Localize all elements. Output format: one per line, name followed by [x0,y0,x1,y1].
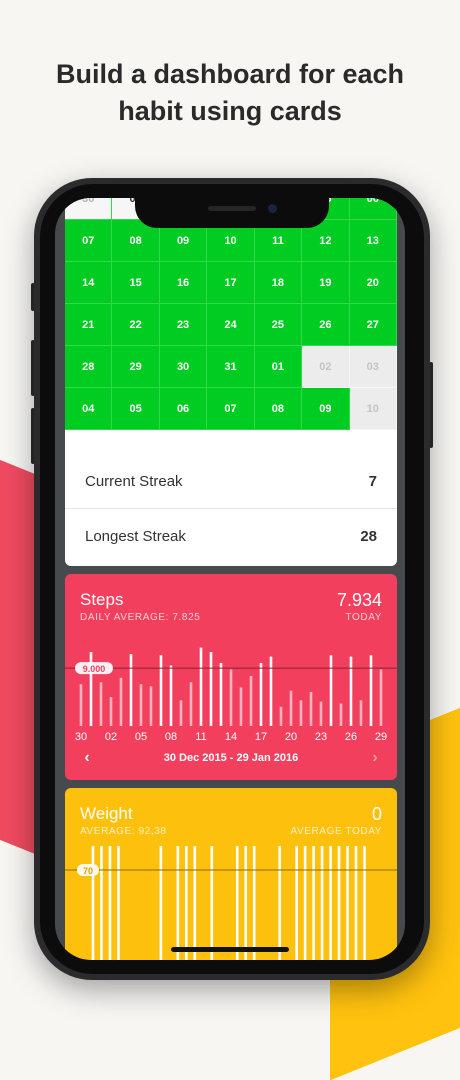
steps-x-tick-label: 30 [75,731,87,743]
longest-streak-row[interactable]: Longest Streak 28 [65,509,397,563]
calendar-day[interactable]: 29 [112,346,160,388]
calendar-day[interactable]: 24 [207,304,255,346]
calendar-grid: 3001050607080910111213141516171819202122… [65,198,397,430]
calendar-day[interactable]: 08 [254,388,303,430]
calendar-day[interactable]: 06 [159,388,208,430]
steps-date-range: 30 Dec 2015 - 29 Jan 2016 [163,752,299,764]
speaker-grille [208,206,256,211]
calendar-day[interactable]: 05 [112,388,160,430]
steps-x-tick-label: 02 [105,731,117,743]
phone-notch [135,198,329,228]
calendar-day[interactable]: 31 [207,346,255,388]
calendar-day[interactable]: 10 [349,388,397,430]
headline: Build a dashboard for each habit using c… [0,56,460,130]
calendar-day[interactable]: 23 [159,304,208,346]
calendar-day[interactable]: 14 [65,262,113,304]
calendar-day[interactable]: 17 [207,262,255,304]
steps-x-tick-label: 29 [375,731,387,743]
steps-x-tick-label: 08 [165,731,177,743]
calendar-day[interactable]: 09 [302,388,350,430]
steps-x-tick-label: 14 [225,731,237,743]
calendar-day[interactable]: 20 [349,262,397,304]
calendar-day[interactable]: 04 [65,388,113,430]
current-streak-value: 7 [368,472,377,490]
steps-x-tick-label: 20 [285,731,297,743]
calendar-day[interactable]: 21 [65,304,113,346]
steps-x-tick-label: 26 [345,731,357,743]
weight-goal-label: 70 [83,866,93,876]
habit-calendar-card: 3001050607080910111213141516171819202122… [65,198,397,566]
steps-date-navigator: ‹ 30 Dec 2015 - 29 Jan 2016 › [65,746,397,770]
steps-x-tick-label: 11 [195,731,206,743]
longest-streak-value: 28 [360,527,377,545]
calendar-day[interactable]: 02 [302,346,350,388]
headline-line-1: Build a dashboard for each [55,59,405,89]
calendar-day[interactable]: 18 [254,262,303,304]
steps-goal-label: 9.000 [83,664,106,674]
calendar-day[interactable]: 07 [207,388,255,430]
calendar-day[interactable]: 15 [112,262,160,304]
calendar-day[interactable]: 16 [159,262,208,304]
current-streak-label: Current Streak [85,472,183,490]
calendar-day[interactable]: 30 [159,346,208,388]
front-camera [268,204,277,213]
longest-streak-label: Longest Streak [85,527,186,545]
weight-card[interactable]: Weight AVERAGE: 92,38 0 AVERAGE TODAY 70… [65,788,397,960]
steps-x-tick-label: 17 [255,731,267,743]
phone-screen: 3001050607080910111213141516171819202122… [55,198,405,960]
calendar-day[interactable]: 01 [254,346,303,388]
steps-bar-chart: 9.000 30 02 05 08 11 14 17 20 23 26 29 [65,647,397,743]
calendar-day[interactable]: 19 [302,262,350,304]
steps-x-tick-label: 05 [135,731,147,743]
current-streak-row[interactable]: Current Streak 7 [65,454,397,508]
steps-card[interactable]: Steps DAILY AVERAGE: 7.825 7.934 TODAY 9… [65,574,397,780]
headline-line-2: habit using cards [118,96,342,126]
calendar-day[interactable]: 06 [349,198,397,220]
weight-bar-chart: 702124273005081114172023 [65,846,397,960]
calendar-day[interactable]: 13 [349,220,397,262]
steps-x-tick-label: 23 [315,731,327,743]
home-indicator[interactable] [171,947,289,952]
calendar-day[interactable]: 28 [65,346,113,388]
calendar-day[interactable]: 22 [112,304,160,346]
calendar-day[interactable]: 25 [254,304,303,346]
calendar-day[interactable]: 03 [349,346,397,388]
chevron-left-icon[interactable]: ‹ [77,749,97,767]
calendar-day[interactable]: 26 [302,304,350,346]
calendar-day[interactable]: 07 [65,220,113,262]
calendar-day[interactable]: 27 [349,304,397,346]
chevron-right-icon[interactable]: › [365,749,385,767]
calendar-day[interactable]: 30 [65,198,113,220]
